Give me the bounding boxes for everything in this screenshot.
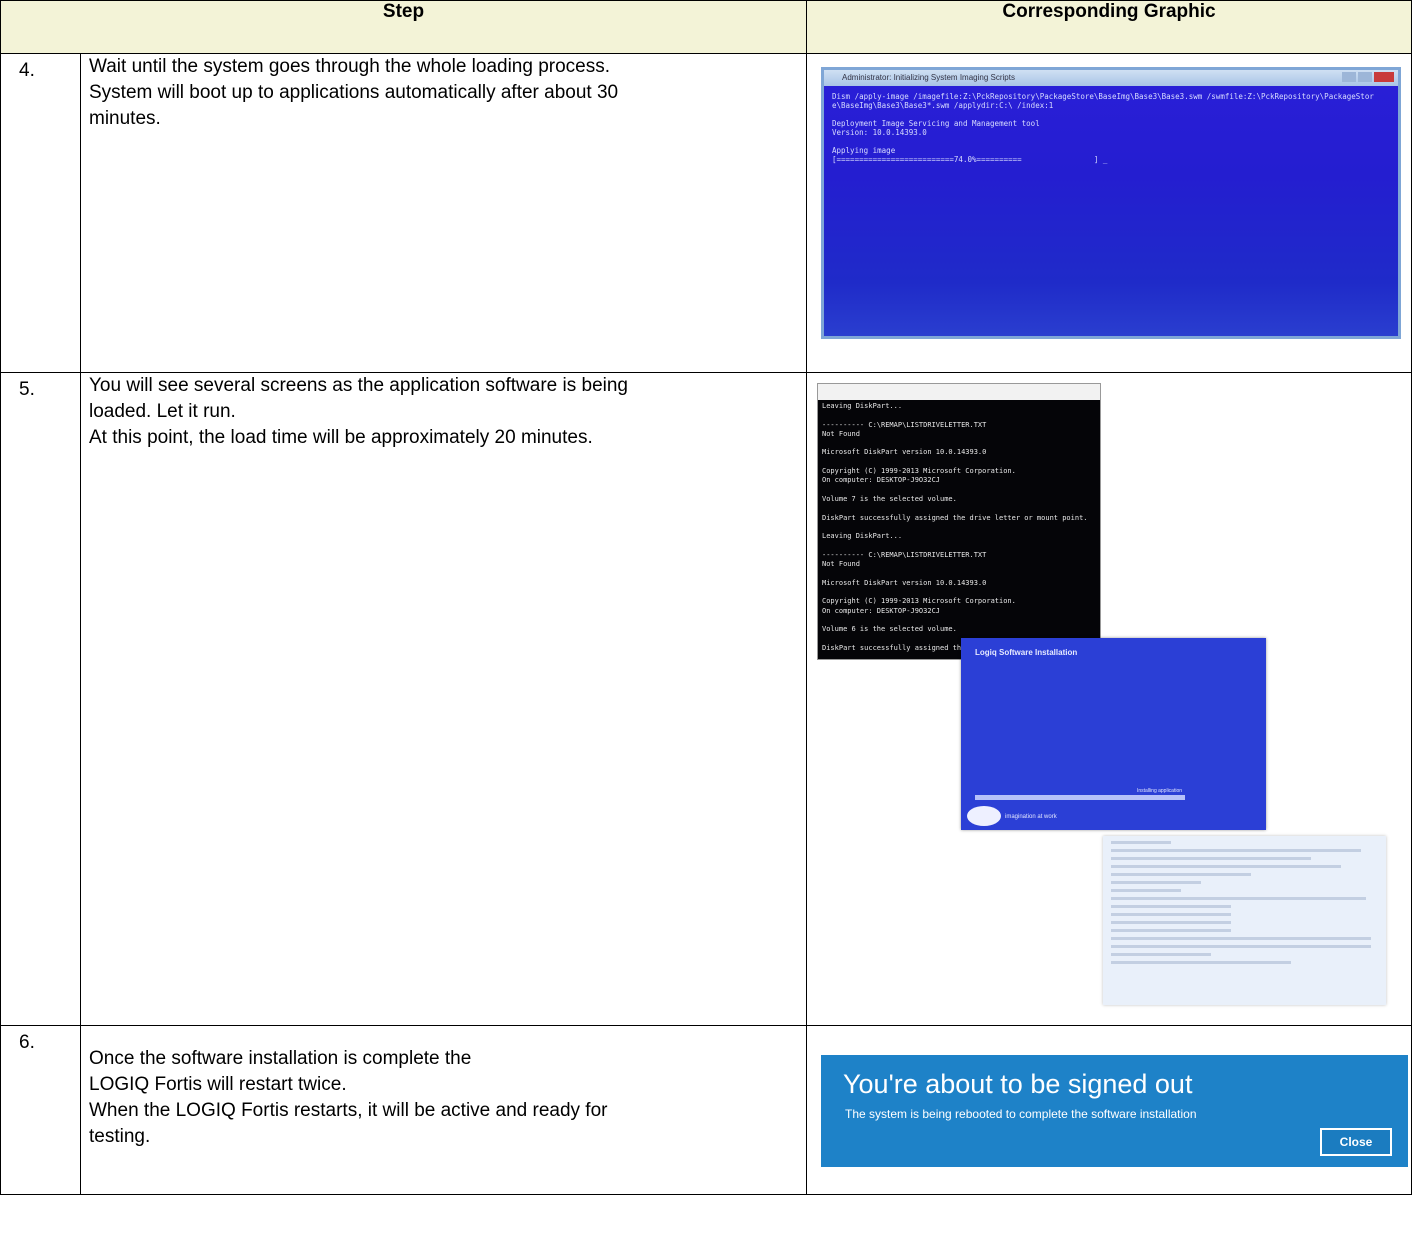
step-text-line: At this point, the load time will be app… xyxy=(89,427,593,448)
step-text-line: testing. xyxy=(89,1126,151,1147)
step-graphic: You're about to be signed out The system… xyxy=(806,1025,1412,1195)
dialog-heading: You're about to be signed out xyxy=(843,1069,1193,1099)
graphic-column-header: Corresponding Graphic xyxy=(806,0,1412,54)
step-text-line: LOGIQ Fortis will restart twice. xyxy=(89,1074,347,1095)
console-title: Administrator: Initializing System Imagi… xyxy=(842,73,1015,82)
tagline: imagination at work xyxy=(1005,814,1057,820)
diskpart-console-screenshot: Leaving DiskPart... ---------- C:\REMAP\… xyxy=(817,383,1101,660)
step-number: 6. xyxy=(0,1025,81,1195)
window-buttons xyxy=(1340,72,1394,88)
step-row-6: 6. Once the software installation is com… xyxy=(0,1025,1412,1195)
close-button[interactable]: Close xyxy=(1320,1128,1392,1156)
step-number: 5. xyxy=(0,372,81,1026)
steps-table: Step Corresponding Graphic 4. Wait until… xyxy=(0,0,1412,1195)
step-row-5: 5. You will see several screens as the a… xyxy=(0,372,1412,1026)
console-title-bar xyxy=(818,384,1100,400)
step-number: 4. xyxy=(0,53,81,373)
dialog-message: The system is being rebooted to complete… xyxy=(845,1107,1197,1121)
step-graphic: Administrator: Initializing System Imagi… xyxy=(806,53,1412,373)
step-description: Once the software installation is comple… xyxy=(80,1025,807,1195)
console-title-bar: Administrator: Initializing System Imagi… xyxy=(824,70,1398,86)
console-output: Leaving DiskPart... ---------- C:\REMAP\… xyxy=(822,402,1088,652)
step-graphic: Leaving DiskPart... ---------- C:\REMAP\… xyxy=(806,372,1412,1026)
step-text-line: loaded. Let it run. xyxy=(89,401,236,422)
imaging-console-screenshot: Administrator: Initializing System Imagi… xyxy=(821,67,1401,339)
installation-screenshot: Logiq Software Installation Installing a… xyxy=(961,638,1266,830)
step-text-line: Wait until the system goes through the w… xyxy=(89,56,611,77)
installation-title: Logiq Software Installation xyxy=(975,648,1078,657)
progress-bar xyxy=(975,795,1185,800)
step-text-line: minutes. xyxy=(89,108,161,129)
ge-logo-icon xyxy=(967,806,1001,826)
step-description: Wait until the system goes through the w… xyxy=(80,53,807,373)
header-row: Step Corresponding Graphic xyxy=(0,0,1412,54)
step-row-4: 4. Wait until the system goes through th… xyxy=(0,53,1412,373)
log-screenshot xyxy=(1103,836,1386,1005)
step-description: You will see several screens as the appl… xyxy=(80,372,807,1026)
step-text-line: Once the software installation is comple… xyxy=(89,1048,472,1069)
console-output: Dism /apply-image /imagefile:Z:\PckRepos… xyxy=(832,92,1374,164)
step-text-line: You will see several screens as the appl… xyxy=(89,375,628,396)
sign-out-dialog-screenshot: You're about to be signed out The system… xyxy=(821,1055,1408,1167)
step-text-line: When the LOGIQ Fortis restarts, it will … xyxy=(89,1100,608,1121)
step-column-header: Step xyxy=(0,0,807,54)
progress-label: Installing application xyxy=(1137,788,1183,794)
step-text-line: System will boot up to applications auto… xyxy=(89,82,619,103)
